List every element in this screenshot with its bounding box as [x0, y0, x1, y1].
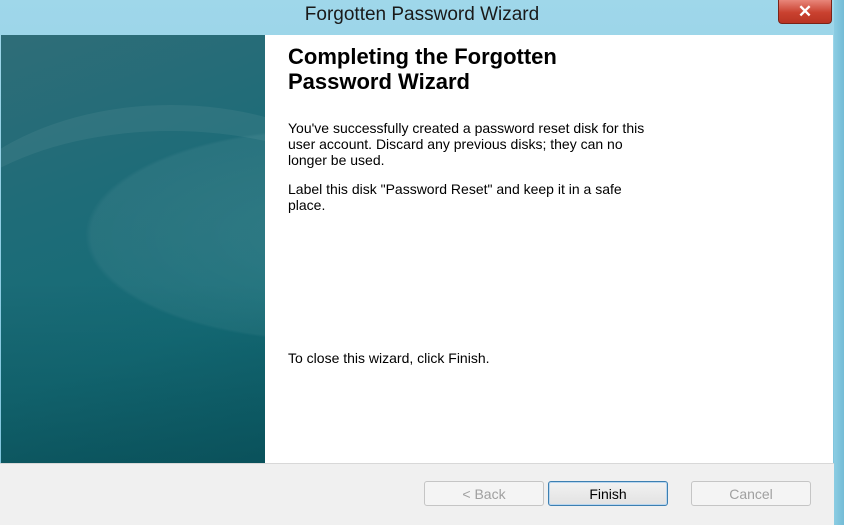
wizard-window: Forgotten Password Wizard ✕ Completing t… [0, 0, 844, 525]
window-title: Forgotten Password Wizard [304, 4, 540, 25]
heading-line-2: Password Wizard [288, 69, 470, 94]
wizard-side-banner [1, 35, 265, 463]
success-message-line-1: You've successfully created a password r… [288, 120, 645, 136]
label-instruction-line-2: place. [288, 197, 326, 213]
close-icon: ✕ [797, 1, 813, 21]
finish-button[interactable]: Finish [548, 481, 668, 506]
success-message-line-2: user account. Discard any previous disks… [288, 136, 623, 152]
close-instruction: To close this wizard, click Finish. [288, 350, 490, 366]
label-instruction-line-1: Label this disk "Password Reset" and kee… [288, 181, 622, 197]
back-button[interactable]: < Back [424, 481, 544, 506]
title-bar[interactable]: Forgotten Password Wizard ✕ [0, 0, 844, 33]
label-instruction: Label this disk "Password Reset" and kee… [288, 181, 768, 213]
success-message: You've successfully created a password r… [288, 120, 768, 168]
button-bar: < Back Finish Cancel [0, 463, 834, 525]
success-message-line-3: longer be used. [288, 152, 385, 168]
close-button[interactable]: ✕ [778, 0, 832, 24]
cancel-button[interactable]: Cancel [691, 481, 811, 506]
heading-line-1: Completing the Forgotten [288, 44, 557, 69]
wizard-client-area: Completing the Forgotten Password Wizard… [1, 35, 833, 463]
banner-shade [1, 283, 265, 463]
window-border-right [834, 0, 844, 525]
wizard-heading: Completing the Forgotten Password Wizard [288, 44, 788, 94]
